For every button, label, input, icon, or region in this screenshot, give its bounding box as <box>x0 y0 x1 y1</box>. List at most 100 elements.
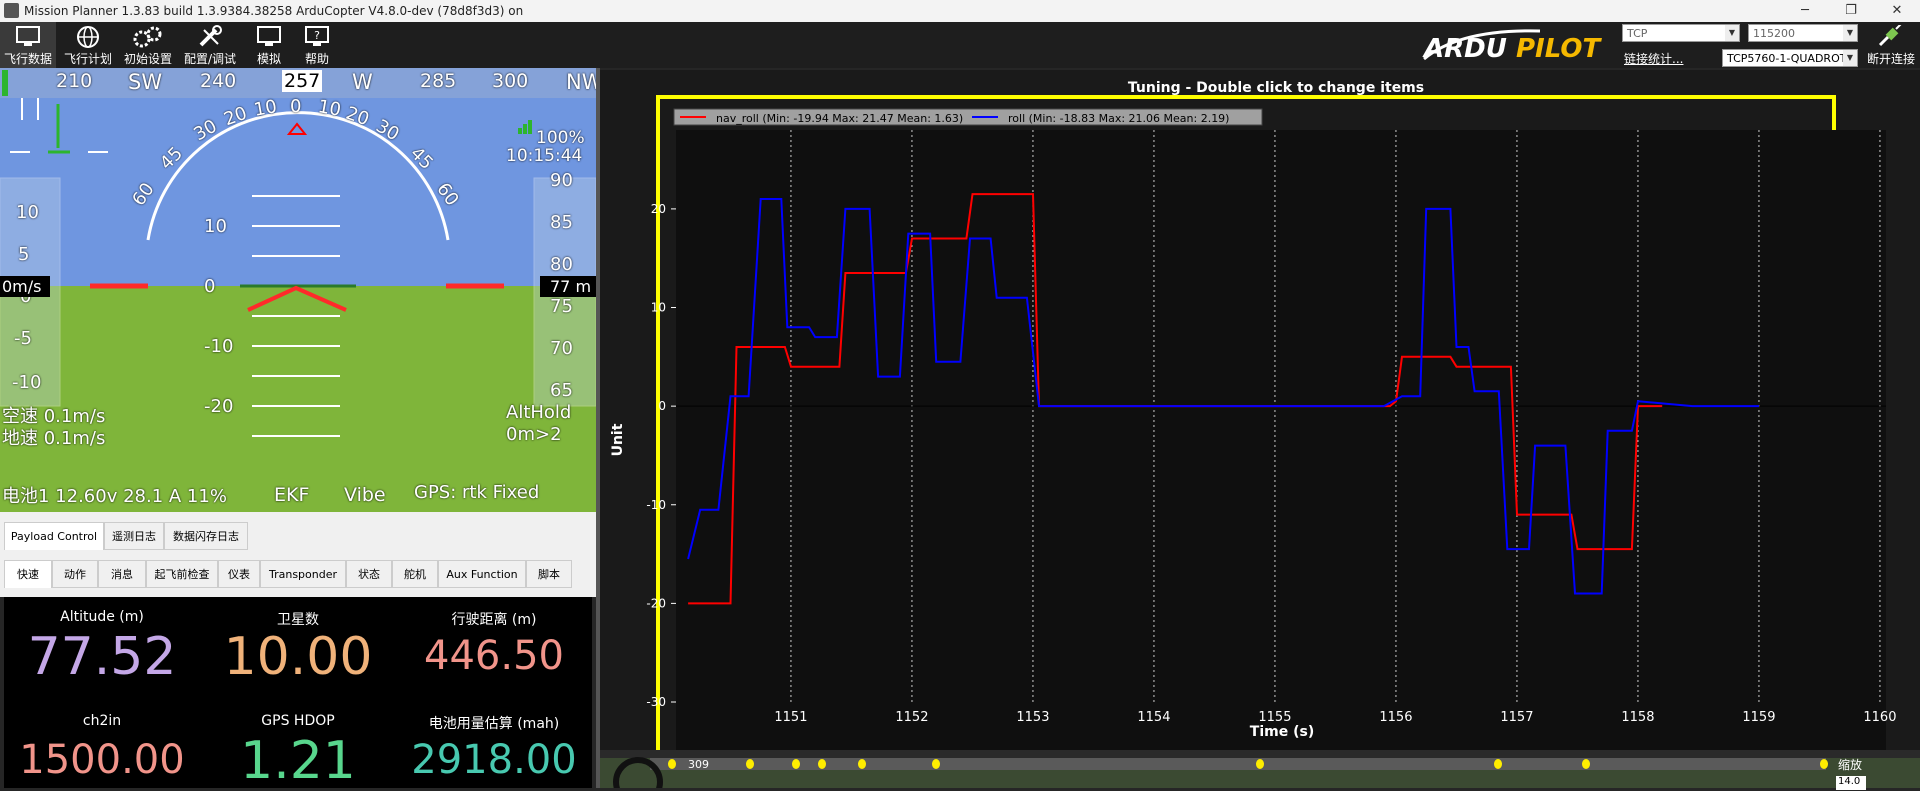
quick-label: GPS HDOP <box>261 713 335 729</box>
battery-status: 电池1 12.60v 28.1 A 11% <box>2 486 227 507</box>
toolbar-label: 飞行计划 <box>63 52 112 66</box>
svg-text:?: ? <box>314 29 320 42</box>
link-stats-link[interactable]: 链接统计... <box>1624 50 1683 67</box>
hud-time: 10:15:44 <box>506 146 583 166</box>
timeline-position: 309 <box>688 758 709 771</box>
disconnect-button[interactable]: 断开连接 <box>1862 22 1920 68</box>
close-button[interactable]: ✕ <box>1874 0 1920 22</box>
tab-status[interactable]: 状态 <box>346 560 392 588</box>
svg-text:PILOT: PILOT <box>1516 34 1602 64</box>
legend-entry: nav_roll (Min: -19.94 Max: 21.47 Mean: 1… <box>716 112 963 125</box>
simulation-button[interactable]: 模拟 <box>246 22 292 68</box>
roll-label: 10 <box>316 96 343 121</box>
tab-prearm[interactable]: 起飞前检查 <box>146 560 218 588</box>
alt-readout: 77 m <box>540 276 596 297</box>
quick-label: ch2in <box>82 713 122 729</box>
device-select[interactable]: TCP5760-1-QUADROTO ▼ <box>1722 49 1858 67</box>
pitch-label: -10 <box>204 336 234 357</box>
maximize-button[interactable]: ❐ <box>1828 0 1874 22</box>
tab-messages[interactable]: 消息 <box>98 560 146 588</box>
pitch-label: 0 <box>204 276 216 297</box>
x-tick-label: 1159 <box>1742 710 1775 725</box>
tab-quick[interactable]: 快速 <box>4 560 52 588</box>
toolbar-label: 飞行数据 <box>3 52 52 66</box>
flight-plan-button[interactable]: 飞行计划 <box>60 22 116 68</box>
title-bar: Mission Planner 1.3.83 build 1.3.9384.38… <box>0 0 1920 22</box>
y-axis-label: Unit <box>610 423 626 456</box>
heading-tick: 210 <box>56 70 93 92</box>
pitch-label: 10 <box>204 216 227 237</box>
alt-tick: 80 <box>550 254 573 275</box>
heading-tick: 285 <box>420 70 457 92</box>
gps-status: GPS: rtk Fixed <box>414 482 540 503</box>
quick-value: 10.00 <box>223 627 373 687</box>
connection-type-value: TCP <box>1627 27 1648 40</box>
heading-tick: 300 <box>492 70 529 92</box>
help-monitor-icon: ? <box>305 26 329 46</box>
graph-title: Tuning - Double click to change items <box>1128 80 1424 96</box>
x-tick-label: 1154 <box>1137 710 1170 725</box>
x-tick-label: 1156 <box>1379 710 1412 725</box>
connection-type-select[interactable]: TCP ▼ <box>1622 24 1740 42</box>
tab-gauges[interactable]: 仪表 <box>218 560 260 588</box>
zoom-label: 缩放 <box>1838 758 1863 772</box>
quick-value: 446.50 <box>424 633 564 679</box>
x-tick-label: 1157 <box>1500 710 1533 725</box>
alt-tick: 85 <box>550 212 573 233</box>
hud-display[interactable]: 210 SW 240 257 W 285 300 NW 60 45 30 20 … <box>0 68 596 512</box>
heading-readout: 257 <box>282 70 323 92</box>
tab-aux-function[interactable]: Aux Function <box>438 560 526 588</box>
y-tick-label: 10 <box>651 301 666 315</box>
groundspeed: 地速 0.1m/s <box>2 428 106 449</box>
tab-servo[interactable]: 舵机 <box>392 560 438 588</box>
baud-rate-select[interactable]: 115200 ▼ <box>1748 24 1858 42</box>
plug-icon <box>1878 25 1902 47</box>
y-tick-label: 0 <box>658 399 666 413</box>
quick-value: 1.21 <box>240 731 356 791</box>
x-tick-label: 1155 <box>1258 710 1291 725</box>
alt-tick: 70 <box>550 338 573 359</box>
toolbar-label: 断开连接 <box>1866 52 1915 66</box>
tab-telemetry-logs[interactable]: 遥测日志 <box>104 522 164 550</box>
quick-label: 行驶距离 (m) <box>451 612 537 628</box>
flight-mode: AltHold <box>506 402 572 423</box>
tuning-graph[interactable]: Tuning - Double click to change items 20… <box>600 70 1920 750</box>
speed-tick: -5 <box>14 328 32 349</box>
minimize-button[interactable]: ─ <box>1782 0 1828 22</box>
speed-readout: 0m/s <box>0 276 50 297</box>
x-tick-label: 1160 <box>1863 710 1896 725</box>
tab-dataflash-logs[interactable]: 数据闪存日志 <box>164 522 248 550</box>
initial-setup-button[interactable]: 初始设置 <box>120 22 176 68</box>
speed-tick: -10 <box>12 372 42 393</box>
svg-text:ARDU: ARDU <box>1422 34 1507 64</box>
tab-scripts[interactable]: 脚本 <box>526 560 572 588</box>
flight-data-button[interactable]: 飞行数据 <box>0 22 56 68</box>
tab-actions[interactable]: 动作 <box>52 560 98 588</box>
x-tick-label: 1153 <box>1016 710 1049 725</box>
vibe-status[interactable]: Vibe <box>344 484 386 506</box>
waypoint-distance: 0m>2 <box>506 424 562 445</box>
alt-tick: 65 <box>550 380 573 401</box>
quick-label: 卫星数 <box>277 612 319 628</box>
quick-label: Altitude (m) <box>60 609 144 625</box>
tab-payload-control[interactable]: Payload Control <box>4 522 104 550</box>
monitor-icon <box>16 26 40 46</box>
plot-area <box>676 130 1886 750</box>
map-strip[interactable]: 309 缩放 14.0 <box>600 750 1920 790</box>
heading-tick: W <box>352 70 373 94</box>
tab-transponder[interactable]: Transponder <box>260 560 346 588</box>
quick-panel[interactable]: Altitude (m) 77.52 卫星数 10.00 行驶距离 (m) 44… <box>4 597 592 791</box>
ardupilot-logo: ARDU PILOT <box>1420 25 1618 65</box>
tab-area: Payload Control 遥测日志 数据闪存日志 快速 动作 消息 起飞前… <box>0 512 596 597</box>
help-button[interactable]: ? 帮助 <box>294 22 340 68</box>
ekf-status[interactable]: EKF <box>274 484 309 506</box>
baud-rate-value: 115200 <box>1753 27 1795 40</box>
x-axis-label: Time (s) <box>1250 724 1314 740</box>
x-tick-label: 1151 <box>774 710 807 725</box>
monitor-icon <box>257 26 281 46</box>
chevron-down-icon: ▼ <box>1725 25 1739 41</box>
alt-tick: 90 <box>550 170 573 191</box>
config-tuning-button[interactable]: 配置/调试 <box>180 22 240 68</box>
globe-icon <box>77 26 99 48</box>
heading-tick: SW <box>128 70 163 94</box>
